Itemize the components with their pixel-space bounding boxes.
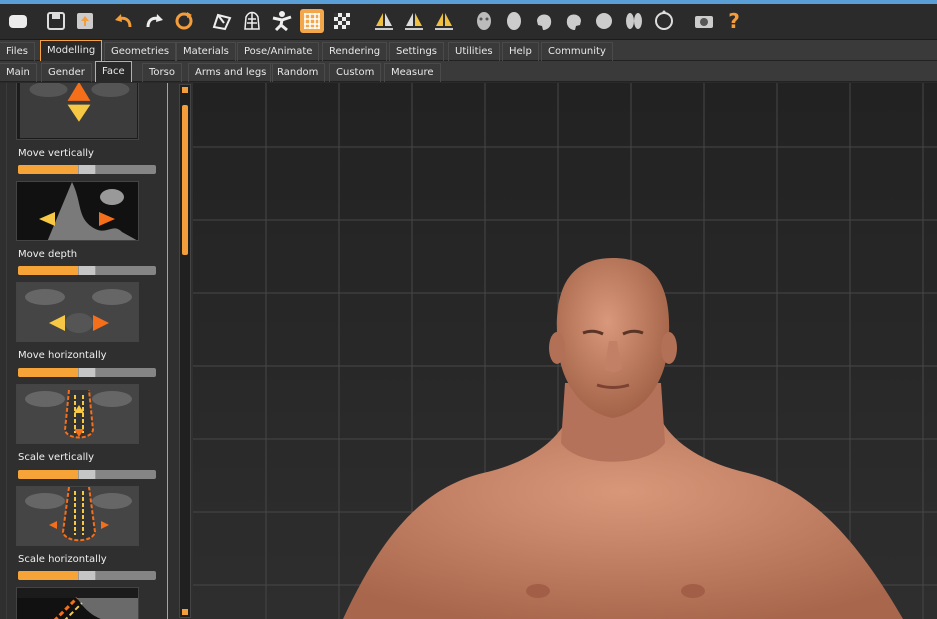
tab-help[interactable]: Help: [502, 42, 539, 61]
subtab-torso[interactable]: Torso: [142, 63, 182, 82]
back-view-icon[interactable]: [502, 9, 526, 33]
bottom-view-icon[interactable]: [622, 9, 646, 33]
nose-thumbnail-depth[interactable]: [16, 181, 139, 241]
viewport-scene: [193, 83, 937, 619]
subtab-measure[interactable]: Measure: [384, 63, 441, 82]
redo-icon[interactable]: [142, 9, 166, 33]
model-right-ear: [661, 332, 677, 364]
slider-handle[interactable]: [78, 165, 96, 174]
window-icon[interactable]: [6, 9, 30, 33]
tab-rendering[interactable]: Rendering: [322, 42, 388, 61]
slider-fill: [18, 266, 78, 275]
subtab-gender[interactable]: Gender: [41, 63, 92, 82]
tab-materials[interactable]: Materials: [176, 42, 236, 61]
scrollbar-thumb[interactable]: [182, 105, 188, 255]
panel-scrollbar[interactable]: [179, 84, 191, 618]
model-right-chest: [681, 584, 705, 598]
slider-label-move-horizontally: Move horizontally: [18, 350, 107, 361]
nose-thumbnail-scale-vertical[interactable]: [16, 384, 139, 444]
smooth-icon[interactable]: [210, 9, 234, 33]
tab-community[interactable]: Community: [541, 42, 613, 61]
save-icon[interactable]: [44, 9, 68, 33]
slider-scale-horizontally[interactable]: [18, 571, 156, 580]
main-tab-bar: Files Modelling Geometries Materials Pos…: [0, 40, 937, 61]
model-left-chest: [526, 584, 550, 598]
symmetry-left-icon[interactable]: [402, 9, 426, 33]
tab-geometries[interactable]: Geometries: [104, 42, 177, 61]
face-modifier-panel: Move vertically Move depth Move horizont…: [0, 83, 193, 619]
slider-label-scale-vertically: Scale vertically: [18, 452, 95, 463]
help-icon[interactable]: ?: [722, 9, 746, 33]
slider-handle[interactable]: [78, 571, 96, 580]
scroll-down-arrow-icon[interactable]: [182, 609, 188, 615]
reset-camera-icon[interactable]: [652, 9, 676, 33]
reset-icon[interactable]: [172, 9, 196, 33]
slider-handle[interactable]: [78, 470, 96, 479]
toolbar: ?: [0, 4, 937, 40]
slider-move-horizontally[interactable]: [18, 368, 156, 377]
tab-utilities[interactable]: Utilities: [448, 42, 500, 61]
subtab-custom[interactable]: Custom: [329, 63, 382, 82]
symmetry-icon[interactable]: [432, 9, 456, 33]
slider-handle[interactable]: [78, 368, 96, 377]
right-view-icon[interactable]: [562, 9, 586, 33]
slider-fill: [18, 571, 78, 580]
checker-icon[interactable]: [330, 9, 354, 33]
nose-thumbnail-top[interactable]: [16, 83, 139, 140]
tab-files[interactable]: Files: [0, 42, 35, 61]
slider-scale-vertically[interactable]: [18, 470, 156, 479]
symmetry-right-icon[interactable]: [372, 9, 396, 33]
undo-icon[interactable]: [112, 9, 136, 33]
top-view-icon[interactable]: [592, 9, 616, 33]
slider-move-vertically[interactable]: [18, 165, 156, 174]
tab-settings[interactable]: Settings: [389, 42, 445, 61]
sub-tab-bar: Main Gender Face Torso Arms and legs Ran…: [0, 61, 937, 82]
slider-fill: [18, 470, 78, 479]
subtab-face[interactable]: Face: [95, 61, 132, 82]
scroll-up-arrow-icon[interactable]: [182, 87, 188, 93]
slider-fill: [18, 165, 78, 174]
slider-label-move-depth: Move depth: [18, 249, 78, 260]
nose-thumbnail-next[interactable]: [16, 587, 139, 619]
slider-handle[interactable]: [78, 266, 96, 275]
3d-viewport[interactable]: [193, 83, 937, 619]
screenshot-icon[interactable]: [692, 9, 716, 33]
front-view-icon[interactable]: [472, 9, 496, 33]
slider-fill: [18, 368, 78, 377]
slider-label-scale-horizontally: Scale horizontally: [18, 554, 107, 565]
wireframe-icon[interactable]: [240, 9, 264, 33]
subtab-arms-and-legs[interactable]: Arms and legs: [188, 63, 274, 82]
pose-icon[interactable]: [270, 9, 294, 33]
left-view-icon[interactable]: [532, 9, 556, 33]
subtab-random[interactable]: Random: [270, 63, 326, 82]
tab-modelling[interactable]: Modelling: [40, 40, 103, 61]
nose-thumbnail-horizontal[interactable]: [16, 282, 139, 342]
export-icon[interactable]: [73, 9, 97, 33]
subtab-main[interactable]: Main: [0, 63, 37, 82]
slider-label-move-vertically: Move vertically: [18, 148, 94, 159]
model-left-ear: [549, 332, 565, 364]
slider-move-depth[interactable]: [18, 266, 156, 275]
tab-pose-animate[interactable]: Pose/Animate: [237, 42, 320, 61]
nose-thumbnail-scale-horizontal[interactable]: [16, 486, 139, 546]
grid-icon[interactable]: [300, 9, 324, 33]
